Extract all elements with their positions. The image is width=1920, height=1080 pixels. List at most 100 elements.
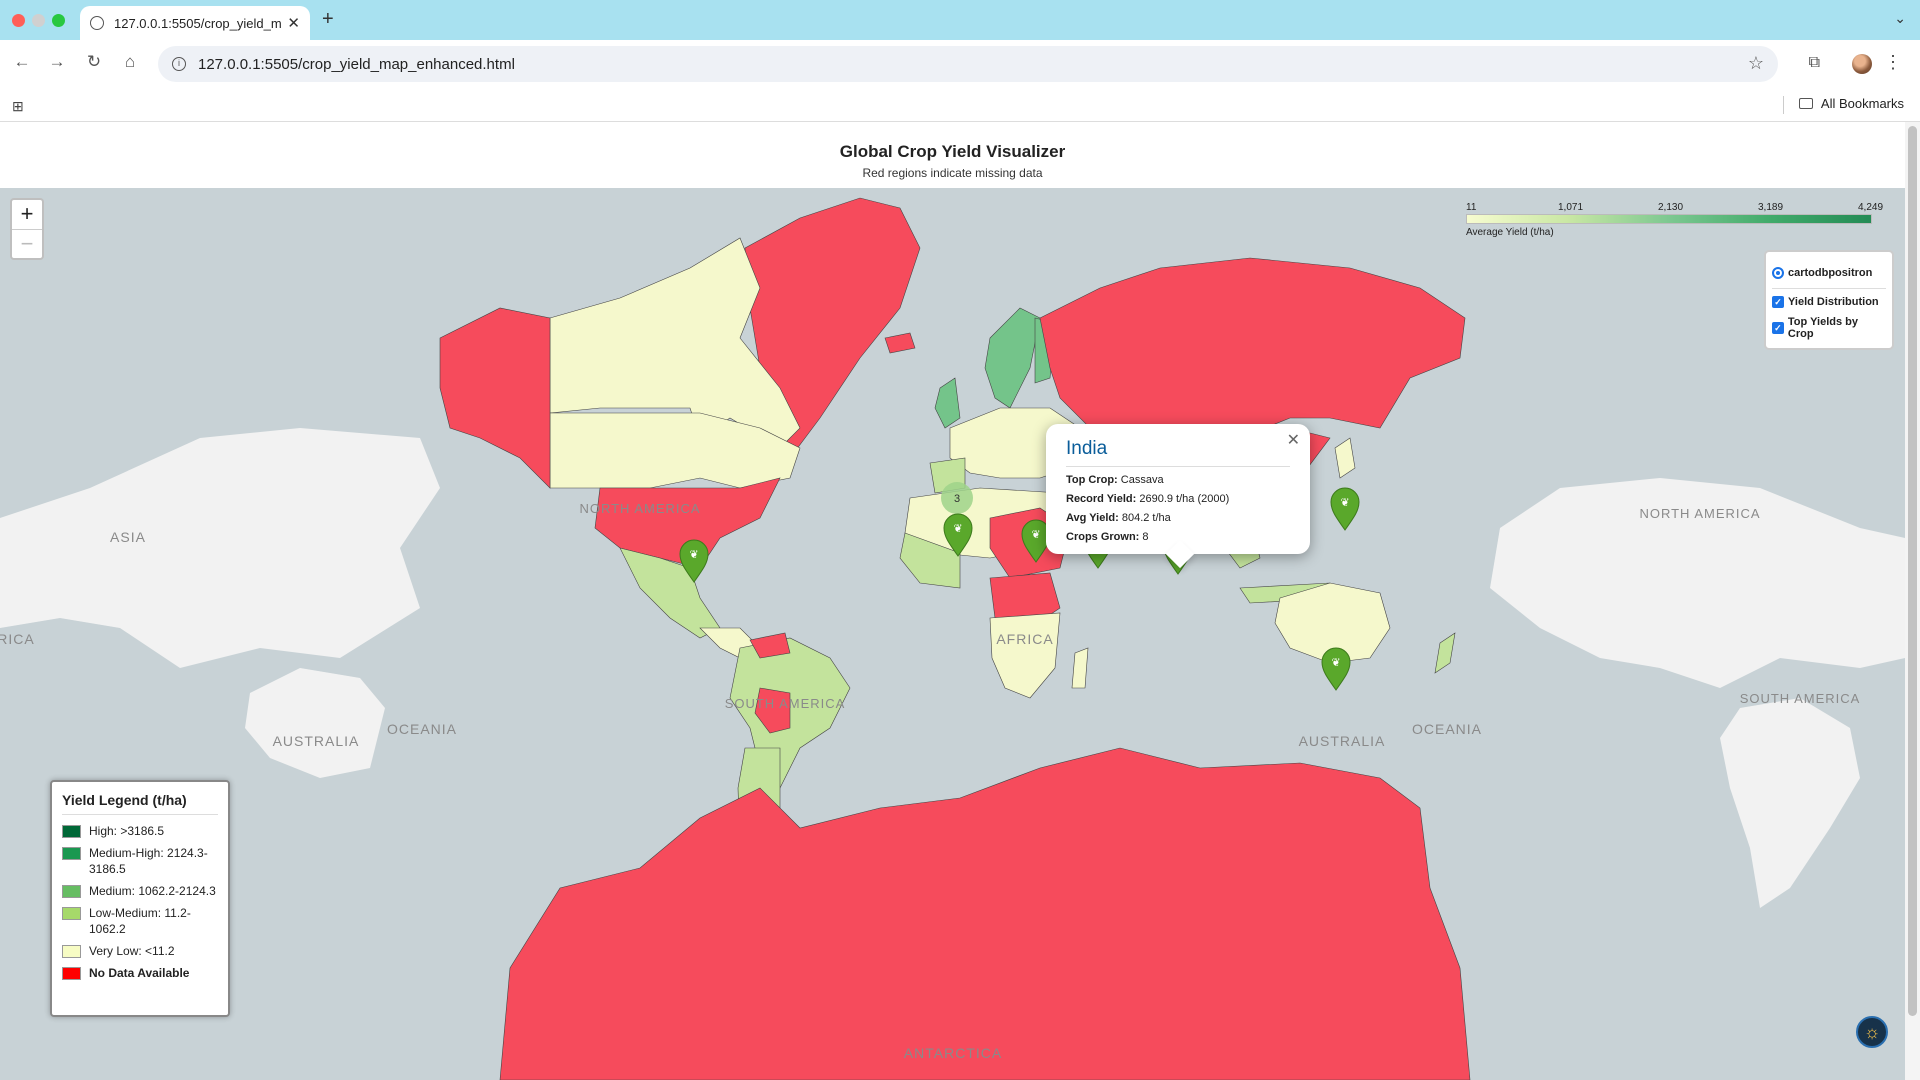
region-scandinavia[interactable] [984, 307, 1041, 409]
profile-avatar[interactable] [1852, 54, 1872, 74]
url-text: 127.0.0.1:5505/crop_yield_map_enhanced.h… [198, 55, 515, 73]
page-title: Global Crop Yield Visualizer [839, 142, 1066, 161]
region-japan[interactable] [1334, 437, 1356, 479]
world-map-svg[interactable]: NORTH AMERICA NORTH AMERICA SOUTH AMERIC… [0, 188, 1905, 1080]
all-bookmarks-button[interactable]: All Bookmarks [1798, 96, 1904, 111]
layer-control: cartodbpositron ✓ Yield Distribution ✓ Top… [1764, 250, 1894, 350]
label-north-america-right: NORTH AMERICA [1639, 506, 1760, 521]
chevron-down-icon[interactable]: ⌄ [1894, 10, 1906, 27]
zoom-in-button[interactable]: + [12, 200, 42, 229]
yield-legend: Yield Legend (t/ha) High: >3186.5 Medium… [50, 780, 230, 1017]
label-north-america: NORTH AMERICA [579, 501, 700, 516]
overlay-yield-distribution[interactable]: ✓ Yield Distribution [1772, 289, 1886, 315]
forward-icon[interactable]: → [45, 52, 69, 72]
marker-cluster-count: 3 [954, 493, 960, 505]
address-bar[interactable]: i 127.0.0.1:5505/crop_yield_map_enhanced… [158, 46, 1778, 82]
region-uk[interactable] [934, 377, 961, 429]
bookmarks-divider [1783, 96, 1784, 114]
legend-item: Very Low: <11.2 [62, 943, 218, 959]
label-antarctica: ANTARCTICA [904, 1045, 1002, 1061]
label-asia-left: ASIA [110, 529, 146, 545]
colorbar-tick: 2,130 [1658, 202, 1684, 213]
legend-item: Medium-High: 2124.3-3186.5 [62, 845, 218, 877]
close-tab-icon[interactable]: ✕ [287, 14, 300, 32]
scrollbar-thumb[interactable] [1908, 126, 1917, 1016]
colorbar-tick: 11 [1466, 202, 1477, 213]
region-antarctica[interactable] [499, 747, 1471, 1080]
map-canvas[interactable]: NORTH AMERICA NORTH AMERICA SOUTH AMERIC… [0, 188, 1905, 1080]
region-iceland[interactable] [884, 332, 916, 354]
overlay-top-yields[interactable]: ✓ Top Yields by Crop [1772, 315, 1886, 341]
pin-marker-australia[interactable]: ❦ [1321, 647, 1351, 691]
close-window-button[interactable] [12, 14, 25, 27]
globe-icon [90, 16, 104, 30]
region-southern-africa[interactable] [989, 612, 1061, 699]
all-bookmarks-label: All Bookmarks [1820, 96, 1904, 111]
popup-avg-yield: Avg Yield: 804.2 t/ha [1066, 512, 1171, 524]
colorbar-tick: 3,189 [1758, 202, 1784, 213]
apps-grid-icon[interactable]: ⊞ [12, 98, 24, 115]
extensions-icon[interactable]: ⧉ [1809, 54, 1820, 72]
region-russia[interactable] [1039, 257, 1466, 439]
colorbar-legend: 11 1,071 2,130 3,189 4,249 Average Yield… [1466, 202, 1883, 238]
popup-country: India [1066, 438, 1290, 467]
folder-icon [1798, 98, 1813, 109]
popup-crops-grown: Crops Grown: 8 [1066, 531, 1149, 543]
region-new-zealand[interactable] [1434, 632, 1456, 674]
bookmarks-bar: ⊞ All Bookmarks [0, 88, 1920, 122]
legend-swatch [62, 847, 81, 860]
legend-item: Low-Medium: 11.2-1062.2 [62, 905, 218, 937]
radio-icon[interactable] [1772, 267, 1784, 279]
colorbar-tick: 1,071 [1558, 202, 1584, 213]
label-africa-left: RICA [0, 631, 35, 647]
region-madagascar[interactable] [1071, 647, 1089, 689]
page-scrollbar[interactable] [1905, 122, 1920, 1080]
bookmark-star-icon[interactable]: ☆ [1748, 53, 1764, 74]
browser-toolbar: ← → ↻ ⌂ i 127.0.0.1:5505/crop_yield_map_… [0, 40, 1920, 88]
browser-tab[interactable]: 127.0.0.1:5505/crop_yield_m ✕ [80, 6, 310, 40]
back-icon[interactable]: ← [10, 52, 34, 72]
menu-icon[interactable]: ⋮ [1884, 52, 1902, 73]
base-layer-label: cartodbpositron [1788, 267, 1873, 279]
zoom-out-button[interactable]: − [12, 229, 42, 258]
settings-icon[interactable]: ☼ [1856, 1016, 1888, 1048]
svg-text:❦: ❦ [953, 523, 962, 535]
label-oceania: OCEANIA [1412, 721, 1482, 737]
popup-top-crop: Top Crop: Cassava [1066, 474, 1164, 486]
legend-swatch [62, 885, 81, 898]
checkbox-icon[interactable]: ✓ [1772, 322, 1784, 334]
legend-item: No Data Available [62, 965, 218, 981]
colorbar-tick: 4,249 [1858, 202, 1884, 213]
zoom-control: + − [10, 198, 44, 260]
label-south-america-right: SOUTH AMERICA [1740, 691, 1861, 706]
label-oceania-left: OCEANIA [387, 721, 457, 737]
legend-swatch [62, 825, 81, 838]
legend-title: Yield Legend (t/ha) [62, 792, 218, 815]
legend-item: High: >3186.5 [62, 823, 218, 839]
region-alaska[interactable] [439, 307, 551, 489]
label-africa: AFRICA [996, 631, 1053, 647]
legend-swatch [62, 967, 81, 980]
basemap-south-america-right [1720, 698, 1860, 908]
colorbar-caption: Average Yield (t/ha) [1466, 227, 1554, 238]
tab-title: 127.0.0.1:5505/crop_yield_m [114, 15, 282, 31]
site-info-icon[interactable]: i [172, 57, 186, 71]
overlay-label: Top Yields by Crop [1787, 316, 1858, 340]
home-icon[interactable]: ⌂ [118, 52, 142, 72]
maximize-window-button[interactable] [52, 14, 65, 27]
basemap-land-left [0, 428, 440, 668]
label-australia: AUSTRALIA [1299, 733, 1386, 749]
close-icon[interactable]: ✕ [1287, 430, 1300, 450]
pin-marker-japan[interactable]: ❦ [1330, 487, 1360, 531]
page-subtitle: Red regions indicate missing data [862, 166, 1043, 180]
base-layer-option[interactable]: cartodbpositron [1772, 260, 1886, 286]
legend-item: Medium: 1062.2-2124.3 [62, 883, 218, 899]
reload-icon[interactable]: ↻ [82, 52, 106, 72]
new-tab-button[interactable]: + [322, 8, 334, 31]
legend-swatch [62, 945, 81, 958]
checkbox-icon[interactable]: ✓ [1772, 296, 1784, 308]
colorbar-gradient [1466, 214, 1872, 224]
legend-swatch [62, 907, 81, 920]
svg-text:❦: ❦ [1031, 529, 1040, 541]
minimize-window-button[interactable] [32, 14, 45, 27]
